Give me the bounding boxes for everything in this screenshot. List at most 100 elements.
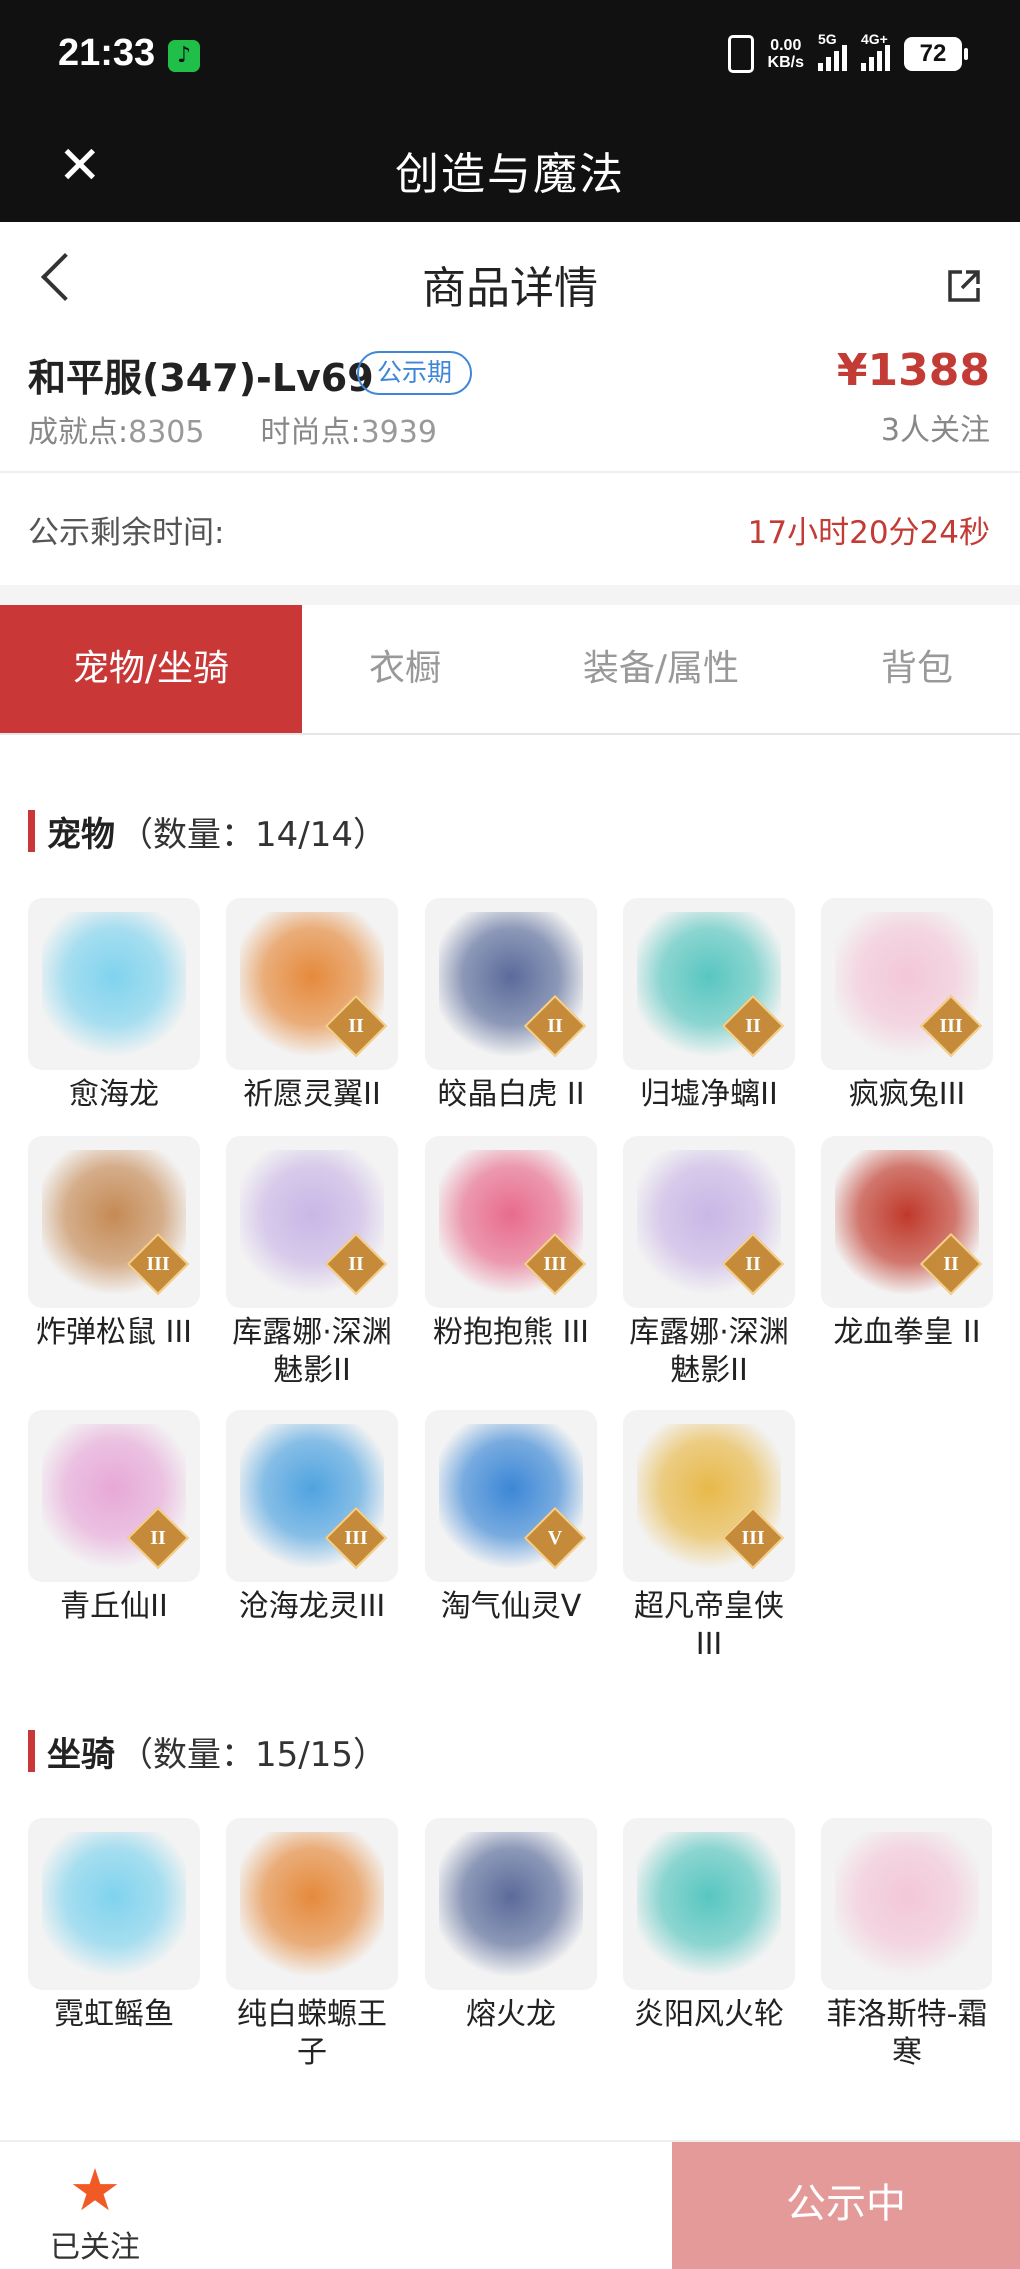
tab-pets-mounts[interactable]: 宠物/坐骑 xyxy=(0,605,302,733)
pet-name: 炸弹松鼠 III xyxy=(35,1315,193,1350)
pet-image: III xyxy=(226,1410,398,1582)
pet-name: 粉抱抱熊 III xyxy=(432,1315,590,1350)
favorite-button[interactable]: ★ 已关注 xyxy=(40,2160,150,2266)
pet-image: III xyxy=(425,1136,597,1308)
level-badge-text: II xyxy=(745,1015,761,1037)
mount-card[interactable]: 菲洛斯特-霜寒 xyxy=(821,1818,992,2072)
pet-name: 库露娜·深渊魅影II xyxy=(629,1315,789,1388)
pet-card[interactable]: III 粉抱抱熊 III xyxy=(425,1136,597,1352)
mount-card[interactable]: 炎阳风火轮 xyxy=(623,1818,795,2034)
pet-card[interactable]: III 疯疯兔III xyxy=(821,898,993,1114)
mount-card[interactable]: 纯白蝾螈王子 xyxy=(226,1818,398,2072)
level-badge-text: II xyxy=(745,1253,761,1275)
section-marker xyxy=(28,1730,35,1772)
mount-card[interactable]: 霓虹鳐鱼 xyxy=(28,1818,200,2034)
pet-image: II xyxy=(226,1136,398,1308)
app-title: 创造与魔法 xyxy=(395,149,625,200)
tab-backpack[interactable]: 背包 xyxy=(814,605,1020,733)
countdown-row: 公示剩余时间: 17小时20分24秒 xyxy=(0,475,1020,585)
mount-name: 炎阳风火轮 xyxy=(634,1997,784,2032)
pet-image: III xyxy=(623,1410,795,1582)
pet-card[interactable]: II 库露娜·深渊魅影II xyxy=(623,1136,795,1390)
follower-count: 3人关注 xyxy=(880,413,990,448)
tab-wardrobe[interactable]: 衣橱 xyxy=(302,605,508,733)
section-marker xyxy=(28,810,35,852)
pet-card[interactable]: II 青丘仙II xyxy=(28,1410,200,1626)
pet-image: II xyxy=(821,1136,993,1308)
signal-4g-label: 4G+ xyxy=(861,31,888,47)
level-badge-text: V xyxy=(547,1527,563,1549)
achievement-label: 成就点: xyxy=(28,415,129,450)
mount-card[interactable]: 熔火龙 xyxy=(425,1818,597,2034)
fashion-value: 3939 xyxy=(360,415,437,450)
public-status-button[interactable]: 公示中 xyxy=(672,2142,1020,2269)
nav-bar: 商品详情 xyxy=(0,222,1020,347)
share-icon[interactable] xyxy=(944,266,984,306)
pet-name: 龙血拳皇 II xyxy=(833,1315,981,1350)
countdown-value: 17小时20分24秒 xyxy=(747,515,990,551)
pet-name: 疯疯兔III xyxy=(848,1077,966,1112)
mount-name: 霓虹鳐鱼 xyxy=(54,1997,174,2032)
mount-image xyxy=(28,1818,200,1990)
pet-card[interactable]: III 沧海龙灵III xyxy=(226,1410,398,1626)
pet-image: III xyxy=(28,1136,200,1308)
pet-card[interactable]: III 炸弹松鼠 III xyxy=(28,1136,200,1352)
item-name: 和平服(347)-Lv69 xyxy=(28,356,374,400)
signal-5g-icon: 5G xyxy=(818,31,847,71)
signal-5g-label: 5G xyxy=(818,31,837,47)
mount-artwork xyxy=(835,1832,979,1976)
net-speed-value: 0.00 xyxy=(770,37,802,54)
pet-image: II xyxy=(226,898,398,1070)
section-divider xyxy=(0,585,1020,605)
status-badge: 公示期 xyxy=(357,351,473,395)
pet-image: II xyxy=(623,1136,795,1308)
pet-card[interactable]: II 皎晶白虎 II xyxy=(425,898,597,1114)
status-bar: 21:33 ♪ 0.00 KB/s 5G 4G+ 72 xyxy=(0,0,1020,110)
mounts-count: （数量：15/15） xyxy=(119,1734,387,1775)
pet-image: V xyxy=(425,1410,597,1582)
mount-image xyxy=(821,1818,992,1990)
countdown-label: 公示剩余时间: xyxy=(28,515,225,551)
tab-equipment[interactable]: 装备/属性 xyxy=(508,605,814,733)
pet-card[interactable]: III 超凡帝皇侠III xyxy=(623,1410,795,1664)
pet-card[interactable]: V 淘气仙灵V xyxy=(425,1410,597,1626)
level-badge-text: III xyxy=(939,1015,963,1037)
level-badge-text: II xyxy=(348,1015,364,1037)
net-speed-unit: KB/s xyxy=(767,54,804,71)
pet-card[interactable]: II 归墟净螭II xyxy=(623,898,795,1114)
pet-image: II xyxy=(425,898,597,1070)
pet-card[interactable]: II 祈愿灵翼II xyxy=(226,898,398,1114)
bottom-bar: ★ 已关注 公示中 xyxy=(0,2140,1020,2269)
pet-image: II xyxy=(623,898,795,1070)
favorite-label: 已关注 xyxy=(50,2230,140,2265)
mount-image xyxy=(623,1818,795,1990)
pet-name: 祈愿灵翼II xyxy=(243,1077,381,1112)
level-badge-text: III xyxy=(146,1253,170,1275)
mounts-grid: 霓虹鳐鱼 纯白蝾螈王子 熔火龙 炎阳风火轮 菲洛斯特-霜寒 xyxy=(28,1818,992,2140)
mount-name: 菲洛斯特-霜寒 xyxy=(826,1997,988,2070)
pet-name: 青丘仙II xyxy=(60,1589,168,1624)
status-time: 21:33 xyxy=(58,32,156,74)
pet-image: III xyxy=(821,898,993,1070)
pet-card[interactable]: 愈海龙 xyxy=(28,898,200,1114)
pet-name: 归墟净螭II xyxy=(640,1077,778,1112)
fashion-label: 时尚点: xyxy=(260,415,361,450)
mount-name: 纯白蝾螈王子 xyxy=(237,1997,387,2070)
pet-name: 淘气仙灵V xyxy=(440,1589,582,1624)
pet-name: 库露娜·深渊魅影II xyxy=(232,1315,392,1388)
pet-card[interactable]: II 库露娜·深渊魅影II xyxy=(226,1136,398,1390)
pet-card[interactable]: II 龙血拳皇 II xyxy=(821,1136,993,1352)
pets-grid: 愈海龙 II 祈愿灵翼II II 皎晶白虎 II II 归墟净螭II III 疯疯兔III III… xyxy=(28,898,993,1662)
level-badge-text: III xyxy=(344,1527,368,1549)
level-badge-text: III xyxy=(741,1527,765,1549)
mount-image xyxy=(425,1818,597,1990)
mounts-title: 坐骑 xyxy=(47,1734,115,1775)
pet-image xyxy=(28,898,200,1070)
tab-bar: 宠物/坐骑 衣橱 装备/属性 背包 xyxy=(0,605,1020,735)
mount-image xyxy=(226,1818,398,1990)
star-icon: ★ xyxy=(69,2156,121,2224)
status-right-group: 0.00 KB/s 5G 4G+ 72 xyxy=(727,31,968,74)
battery-icon: 72 xyxy=(904,37,968,71)
level-badge-text: II xyxy=(943,1253,959,1275)
pet-artwork xyxy=(42,912,186,1056)
